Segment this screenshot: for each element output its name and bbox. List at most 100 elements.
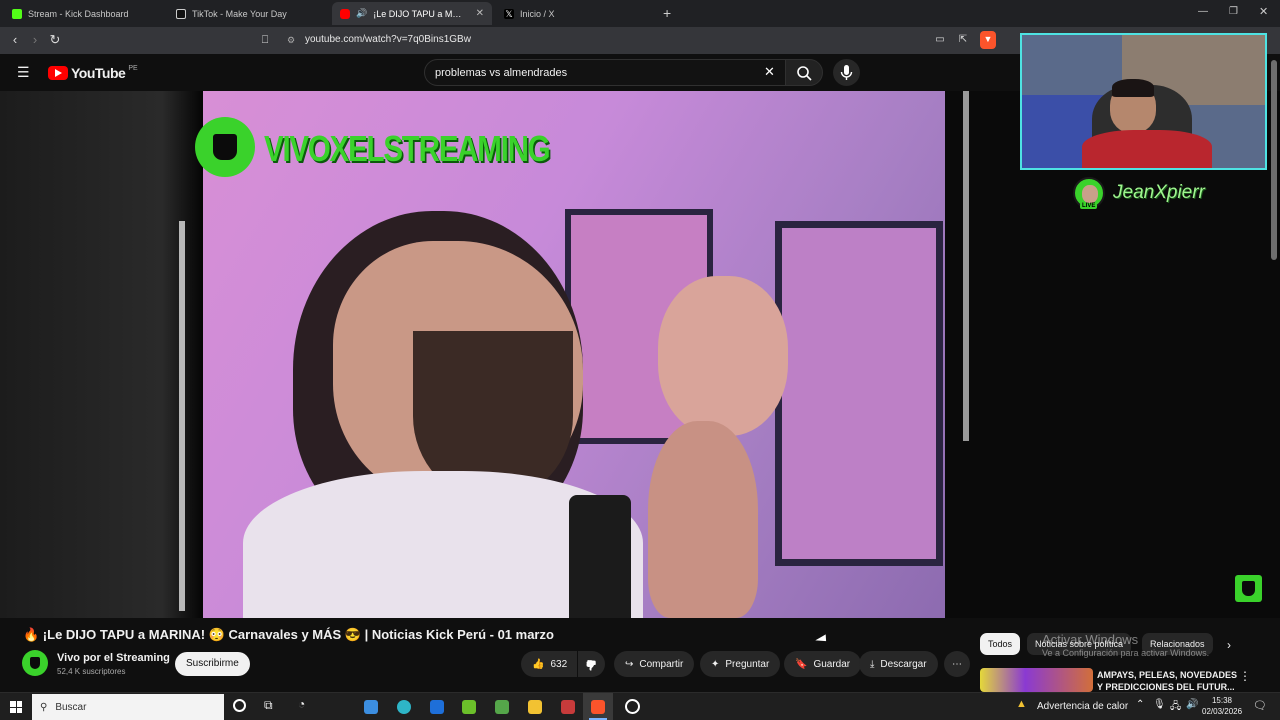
file-explorer-icon[interactable] — [528, 700, 542, 714]
corner-logo-icon — [1235, 575, 1262, 602]
recommended-more-icon[interactable]: ⋮ — [1239, 669, 1251, 683]
brave-shield-icon[interactable]: ▼ — [980, 31, 996, 49]
region-code: PE — [128, 64, 138, 72]
more-actions-button[interactable]: ⋯ — [944, 651, 970, 677]
download-icon: ⤓ — [870, 658, 875, 670]
volume-icon[interactable]: 🔊 — [1186, 699, 1198, 710]
nvidia-icon[interactable] — [462, 700, 476, 714]
system-tray-chevron-icon[interactable]: ⌃ — [1136, 699, 1144, 710]
channel-name[interactable]: Vivo por el Streaming — [57, 652, 170, 664]
site-info-icon[interactable]: ⚙ — [283, 32, 299, 48]
app-icon[interactable] — [561, 700, 575, 714]
maximize-button[interactable]: ❐ — [1229, 6, 1238, 17]
taskbar-search-placeholder: Buscar — [55, 701, 87, 713]
x-icon: 𝕏 — [504, 8, 514, 19]
mail-icon[interactable] — [430, 700, 444, 714]
cortana-icon[interactable] — [233, 699, 246, 712]
close-window-button[interactable]: ✕ — [1259, 5, 1268, 18]
taskbar-search-input[interactable]: ⚲ Buscar — [32, 694, 224, 720]
search-icon — [797, 66, 812, 81]
warning-icon[interactable]: ▲ — [1016, 698, 1027, 710]
share-label: Compartir — [639, 658, 684, 670]
bookmark-icon[interactable]: ⎕ — [257, 32, 273, 48]
network-icon[interactable]: 🖧 — [1170, 699, 1181, 716]
video-player[interactable]: VIVOXELSTREAMING — [0, 91, 1280, 618]
tab-tiktok[interactable]: TikTok - Make Your Day — [168, 2, 330, 25]
poker-card-frame — [775, 221, 943, 566]
youtube-play-icon — [48, 66, 68, 80]
channel-watermark-text: VIVOXELSTREAMING — [264, 128, 551, 169]
kick-icon — [12, 8, 22, 19]
webcam-overlay — [1020, 33, 1267, 170]
share-button[interactable]: ↪ Compartir — [614, 651, 695, 677]
tiktok-icon — [176, 8, 186, 19]
reload-icon[interactable]: ↻ — [47, 32, 63, 48]
page-scrollbar[interactable] — [1271, 60, 1277, 260]
download-label: Descargar — [880, 658, 927, 670]
menu-icon[interactable]: ☰ — [17, 65, 30, 79]
youtube-icon — [340, 8, 350, 19]
live-badge: LIVE — [1080, 203, 1098, 209]
tab-label: Stream - Kick Dashboard — [28, 8, 129, 19]
like-count: 632 — [550, 658, 568, 670]
speedtest-icon[interactable]: ◔ — [298, 697, 305, 711]
task-view-icon[interactable]: ⧉ — [264, 698, 273, 713]
search-button[interactable] — [785, 59, 823, 86]
browser-tab-bar: Stream - Kick Dashboard TikTok - Make Yo… — [0, 0, 1280, 27]
address-bar[interactable]: youtube.com/watch?v=7q0Bins1GBw — [305, 34, 471, 45]
streamer-hand — [658, 276, 788, 436]
windows-activation-subtitle: Ve a Configuración para activar Windows. — [1042, 648, 1210, 658]
microphone-icon — [840, 65, 853, 80]
save-button[interactable]: 🔖 Guardar — [784, 651, 862, 677]
weather-text[interactable]: Advertencia de calor — [1037, 701, 1128, 712]
video-title: 🔥 ¡Le DIJO TAPU a MARINA! 😳 Carnavales y… — [23, 627, 554, 642]
minimize-button[interactable]: — — [1198, 6, 1208, 17]
cast-icon[interactable]: ▭ — [932, 32, 948, 48]
tab-youtube-video[interactable]: 🔊 ¡Le DIJO TAPU a MARINA! ✕ — [332, 2, 492, 25]
voice-search-button[interactable] — [833, 59, 860, 86]
new-tab-button[interactable]: + — [663, 5, 671, 21]
chip-todos[interactable]: Todos — [980, 633, 1021, 655]
like-button[interactable]: 👍 632 — [521, 651, 577, 677]
clock-date: 02/03/2026 — [1202, 707, 1243, 716]
bookmark-save-icon: 🔖 — [795, 658, 808, 670]
brave-icon — [591, 700, 605, 714]
close-tab-icon[interactable]: ✕ — [476, 8, 484, 19]
video-blur-right — [945, 91, 1280, 618]
clock[interactable]: 15:38 02/03/2026 — [1202, 695, 1242, 717]
windows-start-icon[interactable] — [10, 701, 22, 713]
search-icon: ⚲ — [40, 701, 48, 713]
recommended-video-thumbnail[interactable] — [980, 668, 1093, 692]
microphone-tray-icon[interactable]: 🎙 — [1153, 699, 1166, 710]
share-page-icon[interactable]: ⇱ — [955, 32, 971, 48]
tab-kick-dashboard[interactable]: Stream - Kick Dashboard — [4, 2, 166, 25]
ask-label: Preguntar — [725, 658, 770, 670]
dislike-button[interactable]: 👍 — [578, 651, 605, 677]
chevron-right-icon[interactable]: › — [1227, 638, 1231, 652]
edge-icon[interactable] — [397, 700, 411, 714]
tab-x[interactable]: 𝕏 Inicio / X — [496, 2, 658, 25]
recommended-title-line-1: AMPAYS, PELEAS, NOVEDADES — [1097, 670, 1238, 680]
forward-icon[interactable]: › — [27, 32, 43, 48]
search-input[interactable]: problemas vs almendrades — [424, 59, 788, 86]
tab-label: Inicio / X — [520, 8, 555, 19]
ask-button[interactable]: ✦ Preguntar — [700, 651, 781, 677]
speaker-icon[interactable]: 🔊 — [356, 8, 367, 19]
obs-icon[interactable] — [625, 699, 640, 714]
light-stand — [963, 91, 969, 441]
back-icon[interactable]: ‹ — [7, 32, 23, 48]
notifications-icon[interactable]: 🗨 — [1253, 699, 1267, 712]
youtube-logo[interactable]: YouTube PE — [48, 65, 138, 81]
clear-search-icon[interactable]: ✕ — [764, 64, 775, 80]
subscribe-button[interactable]: Suscribirme — [175, 652, 250, 676]
channel-avatar[interactable] — [22, 650, 48, 676]
windows-taskbar: ⚲ Buscar ⧉ ◔ ▲ Advertencia de calor ⌃ 🎙 … — [0, 692, 1280, 720]
store-icon[interactable] — [364, 700, 378, 714]
taskbar-active-app[interactable] — [583, 693, 613, 720]
sparkle-icon: ✦ — [711, 658, 720, 670]
app-icon[interactable] — [495, 700, 509, 714]
thumbs-up-icon: 👍 — [532, 658, 545, 670]
download-button[interactable]: ⤓ Descargar — [859, 651, 938, 677]
webcam-person-shirt — [1082, 130, 1212, 168]
recommended-video-title[interactable]: AMPAYS, PELEAS, NOVEDADES Y PREDICCIONES… — [1097, 669, 1237, 693]
